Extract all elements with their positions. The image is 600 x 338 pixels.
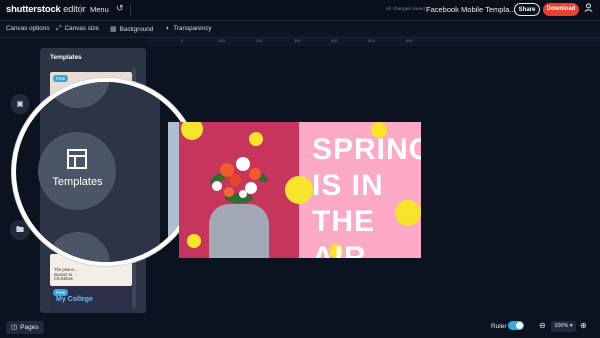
- free-badge: Free: [53, 75, 69, 82]
- background-button[interactable]: ▦ Background: [110, 25, 153, 33]
- pages-icon: ◫: [11, 324, 18, 331]
- pages-button[interactable]: ◫ Pages: [6, 321, 44, 334]
- zoom-out-icon[interactable]: ⊖: [539, 321, 546, 330]
- brand-suffix: editor: [63, 4, 86, 15]
- bouquet-illustration: [210, 157, 268, 203]
- free-badge: Free: [53, 289, 69, 296]
- image-icon[interactable]: ▣: [10, 94, 30, 114]
- share-button[interactable]: Share: [514, 3, 540, 16]
- ruler-tick: 300: [294, 38, 301, 43]
- zoom-value: 100%: [554, 323, 569, 329]
- zoom-in-icon[interactable]: ⊕: [580, 321, 587, 330]
- zoom-select[interactable]: 100% ▾: [551, 321, 576, 332]
- decor-dot: [249, 132, 263, 146]
- ruler-tick: 400: [331, 38, 338, 43]
- ruler-toggle[interactable]: [508, 321, 524, 330]
- thumbnail-text: The peace... season to ... Christmas: [54, 267, 78, 282]
- ruler-tick: 200: [256, 38, 263, 43]
- divider: [130, 4, 131, 16]
- undo-icon[interactable]: ↺: [116, 3, 124, 14]
- canvas-options-label: Canvas options: [6, 25, 50, 32]
- ruler-tick: 600: [406, 38, 413, 43]
- canvas-size-button[interactable]: ⤢ Canvas size: [56, 25, 99, 33]
- background-label: Background: [119, 26, 154, 33]
- brand-logo[interactable]: shutterstock editor: [6, 4, 86, 15]
- pages-label: Pages: [20, 324, 39, 331]
- download-button[interactable]: Download: [543, 3, 579, 16]
- horizontal-ruler[interactable]: 0 100 200 300 400 500 600: [146, 38, 600, 46]
- headline-line: THE AIR: [312, 205, 375, 258]
- saved-status: All changes saved: [386, 7, 425, 12]
- decor-dot: [285, 176, 313, 204]
- brand-name: shutterstock: [6, 4, 61, 15]
- template-thumbnail[interactable]: Free My College: [50, 286, 132, 313]
- canvas-size-label: Canvas size: [64, 25, 99, 32]
- headline-line: IS IN: [312, 169, 384, 202]
- user-icon[interactable]: [584, 3, 593, 14]
- headline-text[interactable]: SPRING IS IN THE AIR: [312, 132, 421, 258]
- ruler-tick: 500: [368, 38, 375, 43]
- resize-icon: ⤢: [56, 25, 62, 32]
- decor-dot: [187, 234, 201, 248]
- design-canvas[interactable]: SPRING IS IN THE AIR: [179, 122, 421, 258]
- ruler-tick: 0: [181, 38, 184, 43]
- templates-tab-label: Templates: [52, 176, 103, 188]
- transparency-icon: ◐: [166, 25, 171, 32]
- thumbnail-text: My College: [56, 296, 93, 303]
- top-bar: shutterstock editor Menu ↺ All changes s…: [0, 0, 600, 21]
- ruler-tick: 100: [218, 38, 225, 43]
- menu-button[interactable]: Menu: [90, 5, 109, 14]
- templates-icon: [67, 149, 87, 169]
- transparency-label: Transparency: [173, 25, 212, 32]
- ruler-label: Ruler: [491, 323, 507, 330]
- divider: [80, 4, 81, 16]
- canvas-toolbar: Canvas options ⤢ Canvas size ▦ Background …: [0, 21, 600, 38]
- bottom-bar: ◫ Pages Ruler ⊖ 100% ▾ ⊕: [0, 318, 600, 338]
- headline-line: SPRING: [312, 133, 421, 166]
- document-title[interactable]: Facebook Mobile Templa...: [426, 5, 516, 14]
- transparency-button[interactable]: ◐ Transparency: [166, 25, 212, 32]
- background-icon: ▦: [110, 26, 117, 33]
- magnifier-overlay: Templates: [12, 78, 200, 266]
- panel-title: Templates: [50, 54, 82, 61]
- templates-tab-button[interactable]: [38, 132, 116, 210]
